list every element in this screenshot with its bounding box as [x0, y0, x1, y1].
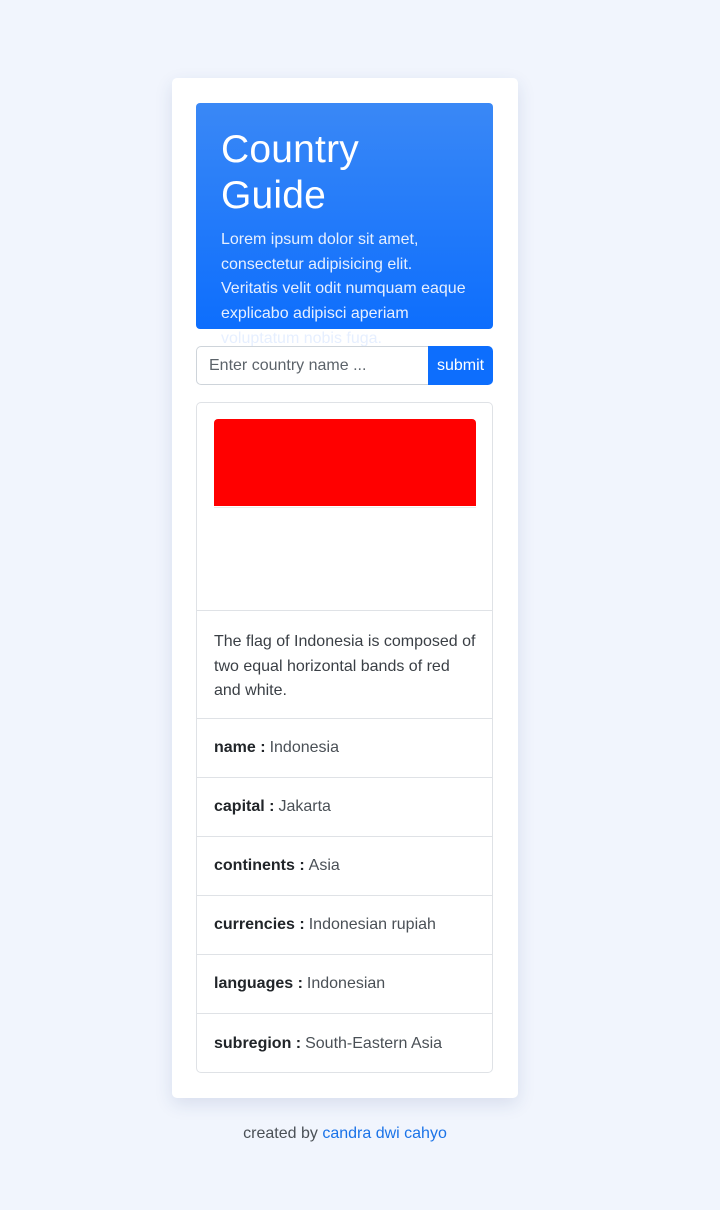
info-value: Indonesia [269, 739, 339, 756]
hero-description: Lorem ipsum dolor sit amet, consectetur … [221, 231, 466, 347]
info-row-subregion: subregion : South-Eastern Asia [197, 1014, 492, 1072]
flag-container [197, 403, 492, 611]
info-value: Jakarta [278, 798, 331, 815]
info-row-continents: continents : Asia [197, 837, 492, 896]
flag-description: The flag of Indonesia is composed of two… [197, 611, 492, 719]
info-row-name: name : Indonesia [197, 719, 492, 778]
info-key: continents : [214, 857, 305, 874]
country-search-input[interactable] [196, 346, 428, 385]
page-title: Country Guide [221, 128, 359, 217]
submit-button[interactable]: submit [428, 346, 493, 385]
search-form: submit [196, 346, 493, 385]
info-key: subregion : [214, 1034, 302, 1052]
info-row-currencies: currencies : Indonesian rupiah [197, 896, 492, 955]
footer-credit: created by candra dwi cahyo [0, 1125, 690, 1143]
flag-red-band [214, 419, 476, 506]
footer-prefix: created by [243, 1125, 318, 1142]
country-guide-card: Country Guide Lorem ipsum dolor sit amet… [172, 78, 518, 1098]
info-value: Asia [308, 857, 340, 874]
info-row-capital: capital : Jakarta [197, 778, 492, 837]
info-key: name : [214, 739, 266, 756]
info-value: Indonesian [306, 975, 386, 992]
info-key: languages : [214, 975, 303, 992]
info-row-languages: languages : Indonesian [197, 955, 492, 1014]
hero-banner: Country Guide Lorem ipsum dolor sit amet… [196, 103, 493, 347]
country-info-list: The flag of Indonesia is composed of two… [196, 402, 493, 1073]
info-value: South-Eastern Asia [305, 1034, 443, 1052]
info-key: currencies : [214, 916, 305, 933]
author-link[interactable]: candra dwi cahyo [322, 1125, 447, 1142]
info-key: capital : [214, 798, 275, 815]
country-flag-image [214, 419, 476, 508]
info-value: Indonesian rupiah [308, 916, 436, 933]
